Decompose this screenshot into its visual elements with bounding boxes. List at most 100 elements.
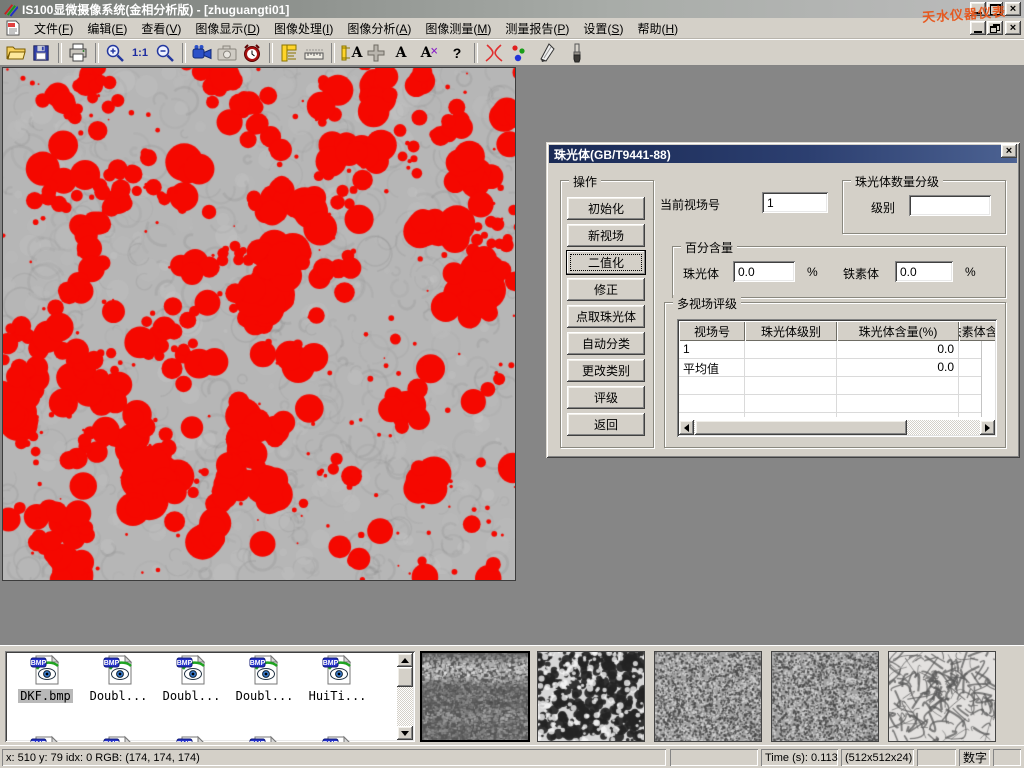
menu-image-process[interactable]: 图像处理(I) bbox=[267, 18, 340, 39]
menu-settings[interactable]: 设置(S) bbox=[576, 18, 630, 39]
menu-measure-report[interactable]: 测量报告(P) bbox=[498, 18, 576, 39]
child-restore-button[interactable] bbox=[987, 21, 1003, 35]
zoom-in-button[interactable] bbox=[103, 41, 127, 64]
dialog-close-button[interactable]: × bbox=[1001, 144, 1017, 158]
table-row-empty bbox=[679, 395, 982, 413]
toolbar-separator bbox=[269, 43, 273, 63]
pick-pearlite-button[interactable]: 点取珠光体 bbox=[567, 305, 645, 328]
child-minimize-button[interactable] bbox=[970, 21, 986, 35]
help-button[interactable]: ? bbox=[445, 41, 469, 64]
percent-group: 百分含量 珠光体 % 铁素体 % bbox=[672, 246, 1006, 298]
multifield-table: 视场号 珠光体级别 珠光体含量(%) 铁素体含量(%) 1 0.0 bbox=[677, 319, 997, 437]
print-icon bbox=[68, 43, 88, 63]
thumbnail-fine-speckle[interactable] bbox=[654, 651, 762, 742]
file-item[interactable] bbox=[155, 735, 228, 742]
change-class-button[interactable]: 更改类别 bbox=[567, 359, 645, 382]
caliper-button[interactable] bbox=[277, 41, 301, 64]
zoom-out-button[interactable] bbox=[153, 41, 177, 64]
scroll-right-button[interactable] bbox=[980, 420, 995, 435]
file-item[interactable]: Doubl... bbox=[82, 654, 155, 703]
save-button[interactable] bbox=[29, 41, 53, 64]
ruler-button[interactable] bbox=[302, 41, 326, 64]
brush-tool-button[interactable] bbox=[565, 41, 589, 64]
correct-button[interactable]: 修正 bbox=[567, 278, 645, 301]
ruler-icon bbox=[304, 43, 324, 63]
col-ferrite-content[interactable]: 铁素体含量(%) bbox=[959, 321, 995, 341]
menu-image-display[interactable]: 图像显示(D) bbox=[188, 18, 267, 39]
binarize-button[interactable]: 二值化 bbox=[567, 251, 645, 274]
pen-tool-button[interactable] bbox=[536, 41, 560, 64]
auto-classify-button[interactable]: 自动分类 bbox=[567, 332, 645, 355]
dialog-title-bar[interactable]: 珠光体(GB/T9441-88) bbox=[549, 145, 1017, 163]
move-grid-button[interactable] bbox=[364, 41, 388, 64]
toolbar-separator bbox=[182, 43, 186, 63]
col-field-no[interactable]: 视场号 bbox=[679, 321, 745, 341]
grade-input[interactable] bbox=[909, 195, 991, 216]
scroll-down-button[interactable] bbox=[397, 726, 413, 740]
metallograph-image[interactable] bbox=[2, 67, 516, 581]
menu-view[interactable]: 查看(V) bbox=[134, 18, 188, 39]
file-item[interactable] bbox=[228, 735, 301, 742]
file-item[interactable] bbox=[301, 735, 374, 742]
print-button[interactable] bbox=[66, 41, 90, 64]
thumbnail-graphite-flakes[interactable] bbox=[888, 651, 996, 742]
thumbnail-banded-dark[interactable] bbox=[420, 651, 530, 742]
title-bar[interactable]: IS100显微摄像系统(金相分析版) - [zhuguangti01] bbox=[0, 0, 1024, 18]
scroll-thumb[interactable] bbox=[695, 420, 907, 435]
menu-edit[interactable]: 编辑(E) bbox=[80, 18, 134, 39]
file-item[interactable]: Doubl... bbox=[228, 654, 301, 703]
percent-group-label: 百分含量 bbox=[681, 239, 737, 256]
scroll-up-button[interactable] bbox=[397, 653, 413, 667]
text-button[interactable]: A bbox=[389, 41, 413, 64]
timer-button[interactable] bbox=[240, 41, 264, 64]
menu-help[interactable]: 帮助(H) bbox=[630, 18, 685, 39]
file-item[interactable]: DKF.bmp bbox=[9, 654, 82, 703]
file-item[interactable]: HuiTi... bbox=[301, 654, 374, 703]
camera-button[interactable] bbox=[215, 41, 239, 64]
child-close-button[interactable]: × bbox=[1005, 21, 1021, 35]
menu-image-measure[interactable]: 图像测量(M) bbox=[418, 18, 498, 39]
workspace: 珠光体(GB/T9441-88) × 操作 初始化 新视场 二值化 修正 点取珠… bbox=[0, 66, 1024, 645]
col-pearlite-grade[interactable]: 珠光体级别 bbox=[745, 321, 837, 341]
table-vertical-scrollbar[interactable] bbox=[981, 341, 995, 417]
text-delete-button[interactable]: A× bbox=[414, 41, 438, 64]
new-field-button[interactable]: 新视场 bbox=[567, 224, 645, 247]
ferrite-percent-input[interactable] bbox=[895, 261, 953, 282]
menu-bar: 文件(F) 编辑(E) 查看(V) 图像显示(D) 图像处理(I) 图像分析(A… bbox=[0, 18, 1024, 39]
actual-size-button[interactable]: 1:1 bbox=[128, 41, 152, 64]
status-panel-empty bbox=[670, 749, 758, 766]
thumbnail-coarse-blobs[interactable] bbox=[537, 651, 645, 742]
file-item[interactable] bbox=[82, 735, 155, 742]
file-item[interactable]: Doubl... bbox=[155, 654, 228, 703]
ferrite-label: 铁素体 bbox=[843, 265, 879, 282]
text-icon: A bbox=[396, 45, 407, 61]
scroll-left-button[interactable] bbox=[679, 420, 694, 435]
table-header-row: 视场号 珠光体级别 珠光体含量(%) 铁素体含量(%) bbox=[679, 321, 995, 341]
menu-image-analysis[interactable]: 图像分析(A) bbox=[340, 18, 418, 39]
col-pearlite-content[interactable]: 珠光体含量(%) bbox=[837, 321, 959, 341]
table-row[interactable]: 1 0.0 bbox=[679, 341, 982, 359]
open-button[interactable] bbox=[4, 41, 28, 64]
window-close-button[interactable]: × bbox=[1005, 2, 1021, 16]
grade-button[interactable]: 评级 bbox=[567, 386, 645, 409]
current-field-label: 当前视场号 bbox=[660, 196, 720, 213]
pearlite-percent-input[interactable] bbox=[733, 261, 795, 282]
cell-content: 0.0 bbox=[837, 359, 959, 376]
table-row[interactable]: 平均值 0.0 bbox=[679, 359, 982, 377]
menu-file[interactable]: 文件(F) bbox=[27, 18, 80, 39]
current-field-input[interactable] bbox=[762, 192, 828, 213]
classify-points-button[interactable] bbox=[507, 41, 531, 64]
camera-icon bbox=[217, 43, 237, 63]
init-button[interactable]: 初始化 bbox=[567, 197, 645, 220]
return-button[interactable]: 返回 bbox=[567, 413, 645, 436]
multifield-group: 多视场评级 视场号 珠光体级别 珠光体含量(%) 铁素体含量(%) 1 0.0 bbox=[664, 302, 1006, 448]
app-logo-icon bbox=[3, 2, 18, 17]
scroll-thumb[interactable] bbox=[397, 667, 413, 687]
thumbnail-fine-speckle-2[interactable] bbox=[771, 651, 879, 742]
file-item[interactable] bbox=[9, 735, 82, 742]
restore-icon bbox=[990, 24, 1000, 33]
video-capture-button[interactable] bbox=[190, 41, 214, 64]
measure-label-button[interactable]: A bbox=[339, 41, 363, 64]
curve-tool-icon bbox=[484, 43, 504, 63]
curve-tool-button[interactable] bbox=[482, 41, 506, 64]
